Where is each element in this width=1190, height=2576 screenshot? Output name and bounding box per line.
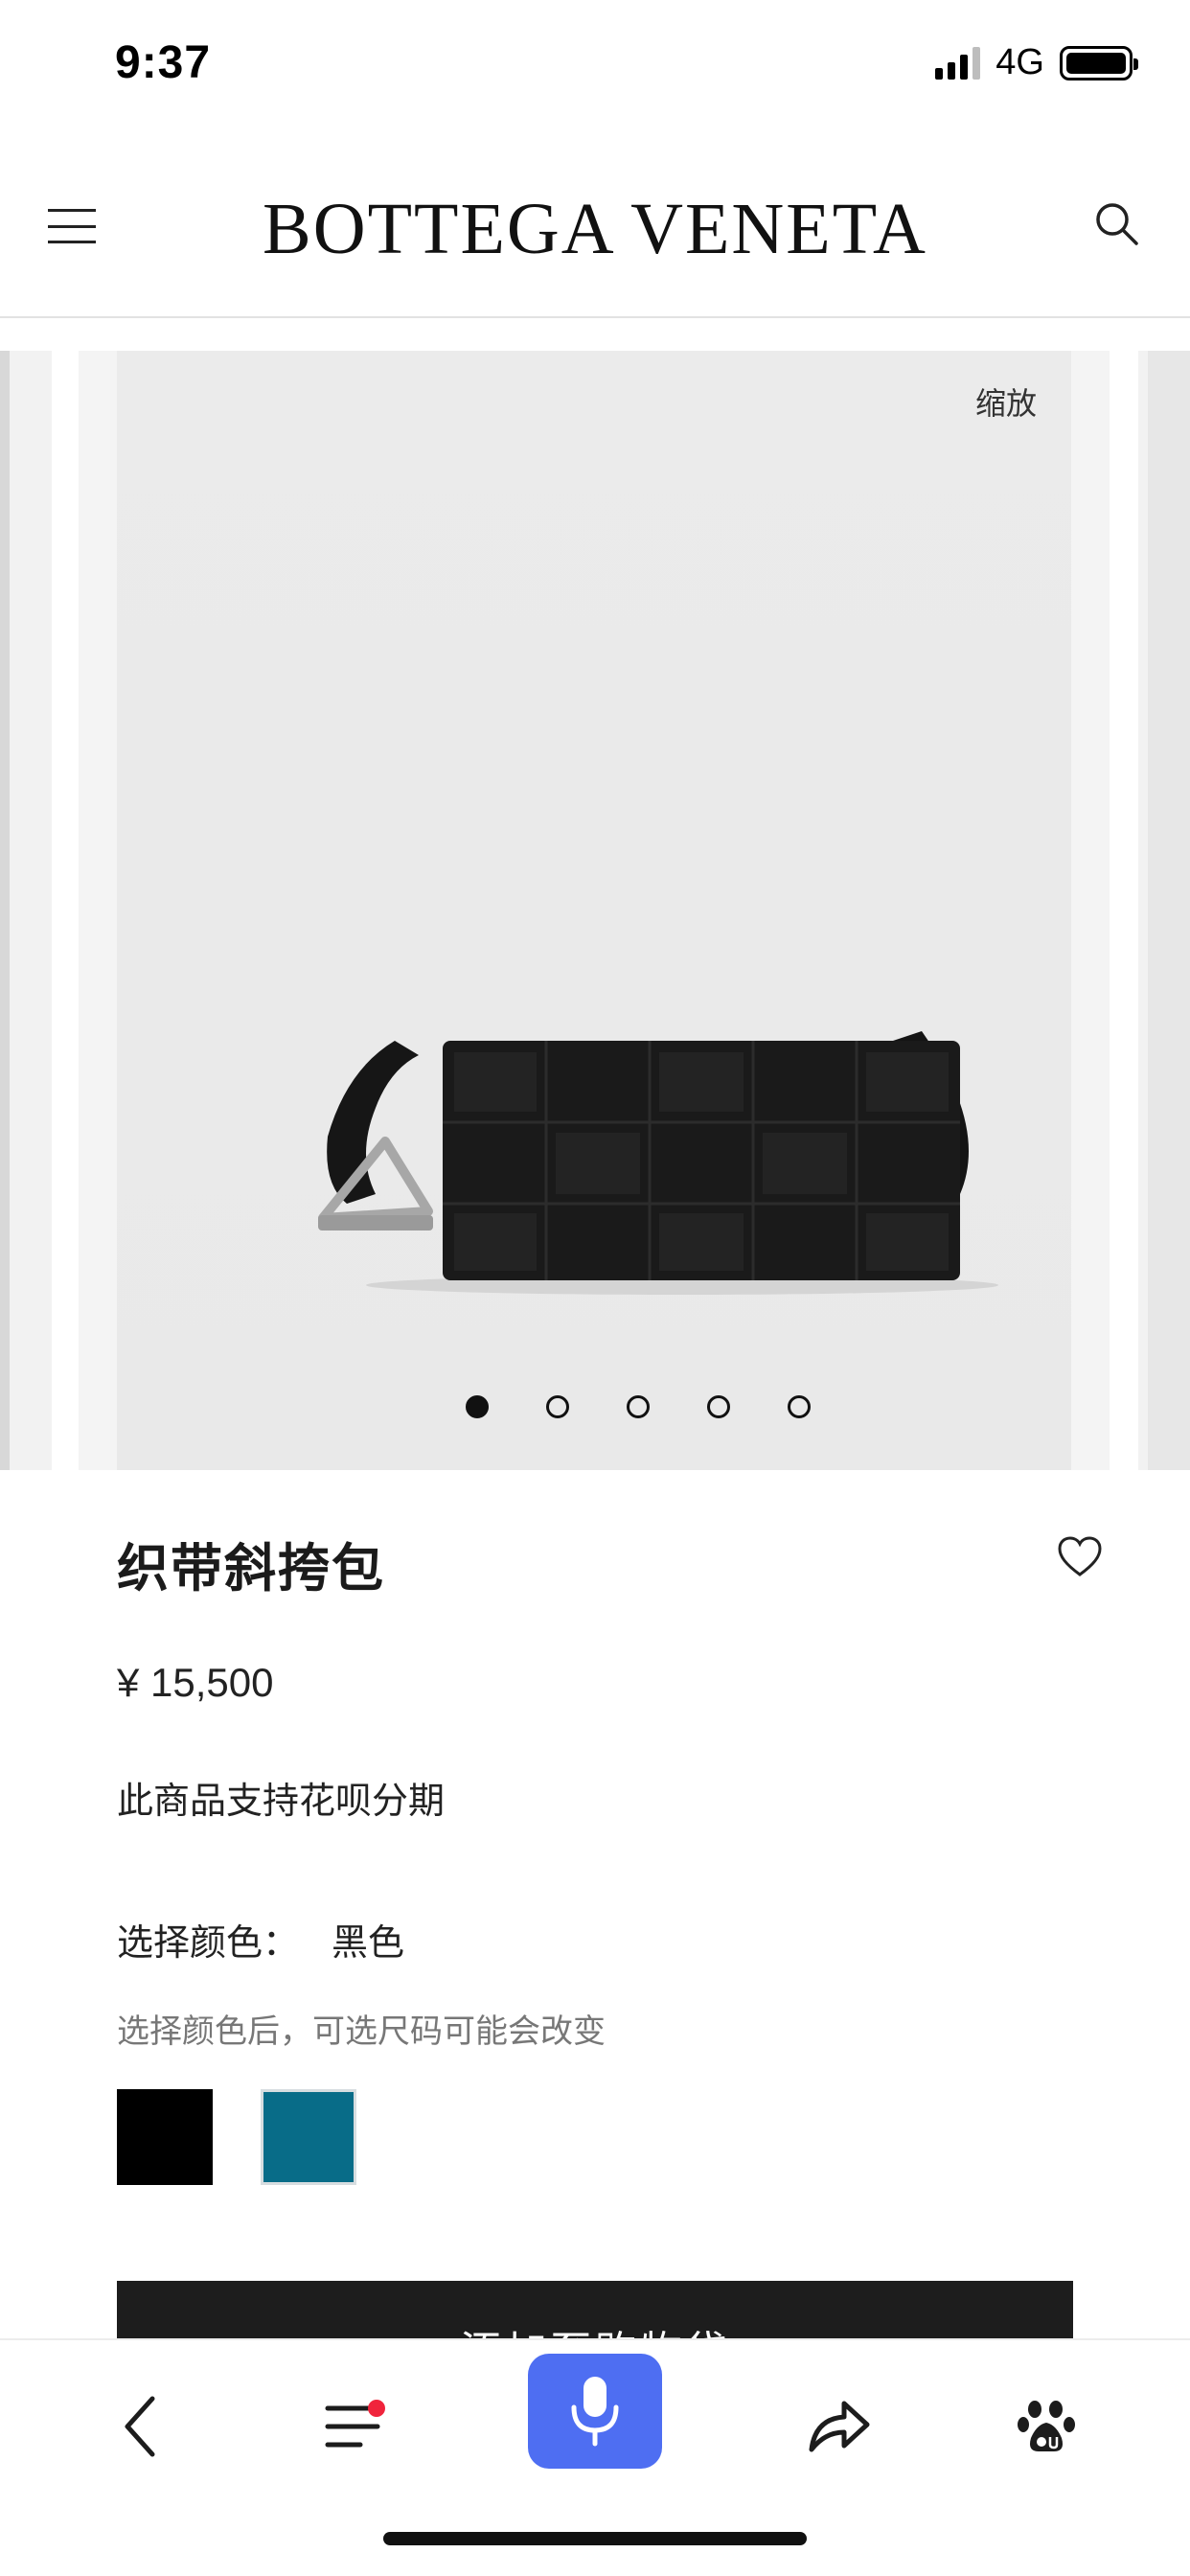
signal-icon <box>935 46 981 80</box>
heart-icon[interactable] <box>1056 1533 1104 1581</box>
previous-slide[interactable] <box>0 351 52 1470</box>
zoom-button[interactable]: 缩放 <box>975 380 1037 424</box>
bag-image <box>318 1031 998 1295</box>
site-header: BOTTEGA VENETA <box>0 134 1190 318</box>
back-button[interactable] <box>94 2379 190 2474</box>
status-bar: 9:37 4G <box>0 0 1190 134</box>
product-price: ¥ 15,500 <box>117 1660 274 1705</box>
share-button[interactable] <box>791 2379 887 2474</box>
tabs-button[interactable] <box>305 2379 400 2474</box>
mic-icon <box>571 2377 619 2447</box>
baidu-button[interactable] <box>998 2379 1094 2474</box>
search-icon[interactable] <box>1092 199 1142 249</box>
slide-dot[interactable] <box>466 1395 489 1418</box>
battery-icon <box>1060 45 1138 80</box>
selected-color: 黑色 <box>332 1923 405 1964</box>
status-time: 9:37 <box>115 37 212 88</box>
swatch-teal[interactable] <box>261 2089 356 2185</box>
network-type: 4G <box>995 42 1044 82</box>
slide-dot[interactable] <box>627 1395 650 1418</box>
browser-toolbar <box>0 2338 1190 2576</box>
swatch-black[interactable] <box>117 2089 213 2185</box>
product-photo: 缩放 <box>117 351 1071 1470</box>
color-swatches <box>117 2089 356 2185</box>
product-gallery[interactable]: 缩放 <box>0 351 1190 1470</box>
color-note: 选择颜色后，可选尺码可能会改变 <box>117 2013 606 2050</box>
color-selection-row: 选择颜色： 黑色 <box>117 1913 404 1966</box>
slide-dot[interactable] <box>707 1395 730 1418</box>
slide-dot[interactable] <box>788 1395 811 1418</box>
product-info: 织带斜挎包 ¥ 15,500 此商品支持花呗分期 选择颜色： 黑色 选择颜色后，可… <box>117 1526 1102 2185</box>
home-indicator[interactable] <box>383 2532 807 2545</box>
voice-search-button[interactable] <box>528 2354 662 2469</box>
baidu-icon <box>1018 2401 1075 2451</box>
installment-note: 此商品支持花呗分期 <box>117 1782 446 1822</box>
brand-logo[interactable]: BOTTEGA VENETA <box>0 188 1190 271</box>
next-slide[interactable] <box>1138 351 1190 1470</box>
slide-indicator <box>0 1395 1190 1418</box>
notification-dot <box>368 2400 385 2417</box>
product-title: 织带斜挎包 <box>117 1540 385 1598</box>
slide-dot[interactable] <box>546 1395 569 1418</box>
current-slide[interactable]: 缩放 <box>79 351 1110 1470</box>
share-icon <box>809 2401 870 2452</box>
back-icon <box>125 2396 155 2457</box>
color-label: 选择颜色： <box>117 1923 300 1964</box>
status-indicators: 4G <box>935 42 1138 83</box>
